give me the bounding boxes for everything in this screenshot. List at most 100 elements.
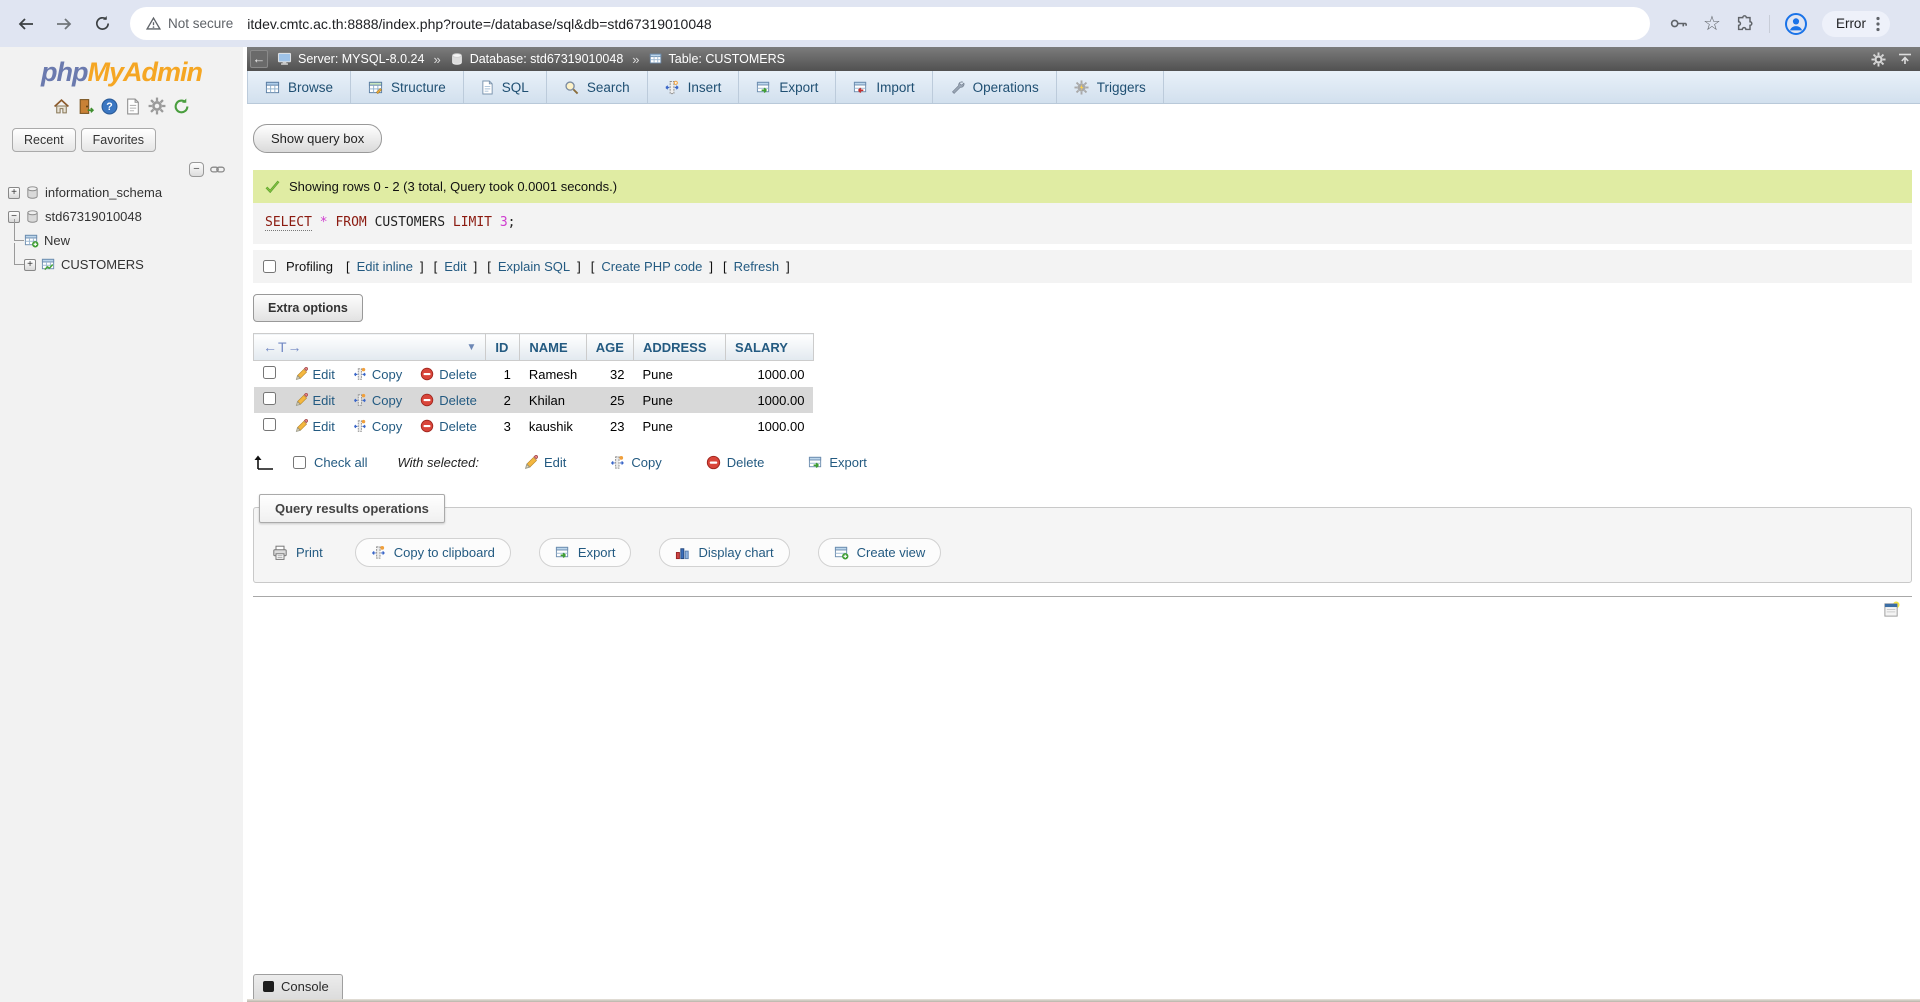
profiling-checkbox[interactable]	[263, 260, 276, 273]
cell-id: 3	[486, 413, 520, 439]
tab-insert[interactable]: Insert	[648, 71, 740, 103]
display-chart-button[interactable]: Display chart	[659, 538, 789, 567]
breadcrumb-table[interactable]: Table: CUSTOMERS	[649, 52, 785, 66]
row-edit-link[interactable]: Edit	[294, 367, 335, 382]
help-icon[interactable]: ?	[101, 98, 118, 115]
browser-back-button[interactable]	[10, 8, 42, 40]
row-checkbox[interactable]	[263, 418, 276, 431]
tab-operations[interactable]: Operations	[933, 71, 1057, 103]
row-checkbox[interactable]	[263, 366, 276, 379]
extra-options-button[interactable]: Extra options	[253, 294, 363, 322]
tab-triggers[interactable]: Triggers	[1057, 71, 1164, 103]
edit-inline-link[interactable]: Edit inline	[357, 259, 413, 274]
reload-navigation-icon[interactable]	[173, 98, 190, 115]
menu-kebab-icon[interactable]	[1876, 16, 1880, 32]
navigation-back-button[interactable]: ←	[250, 50, 268, 68]
table-row: Edit Copy Delete 2 Khilan 25 Pune 1000.0…	[254, 387, 814, 413]
url-text[interactable]: itdev.cmtc.ac.th:8888/index.php?route=/d…	[247, 16, 711, 32]
explain-sql-link[interactable]: Explain SQL	[498, 259, 570, 274]
expand-icon[interactable]: +	[24, 259, 36, 271]
text-flow-toggle-icon[interactable]: ←T→	[263, 339, 303, 355]
bulk-edit-button[interactable]: Edit	[523, 455, 566, 470]
column-header-id[interactable]: ID	[486, 334, 520, 361]
browser-forward-button[interactable]	[48, 8, 80, 40]
row-delete-link[interactable]: Delete	[420, 367, 477, 382]
logo-php-part: php	[41, 57, 87, 87]
export-results-button[interactable]: Export	[539, 538, 632, 567]
profile-avatar-icon[interactable]	[1784, 12, 1808, 36]
show-query-box-button[interactable]: Show query box	[253, 124, 382, 153]
column-options-icon[interactable]: ▼	[466, 342, 476, 353]
home-icon[interactable]	[53, 98, 70, 115]
address-bar[interactable]: Not secure itdev.cmtc.ac.th:8888/index.p…	[130, 7, 1650, 40]
sql-keyword[interactable]: SELECT	[265, 215, 312, 231]
breadcrumb-database[interactable]: Database: std67319010048	[450, 52, 624, 66]
column-header-age[interactable]: AGE	[586, 334, 633, 361]
documentation-icon[interactable]	[125, 98, 141, 115]
collapse-all-button[interactable]: −	[189, 162, 204, 177]
tree-item-label[interactable]: CUSTOMERS	[61, 257, 144, 272]
recent-tables-button[interactable]: Recent	[12, 128, 76, 152]
settings-gear-icon[interactable]	[148, 97, 166, 115]
expand-icon[interactable]: +	[8, 187, 20, 199]
print-button[interactable]: Print	[268, 539, 327, 567]
tab-import[interactable]: Import	[836, 71, 932, 103]
page-related-settings-icon[interactable]	[1883, 601, 1900, 618]
row-checkbox[interactable]	[263, 392, 276, 405]
console-toggle[interactable]: Console	[253, 974, 343, 999]
column-header-salary[interactable]: SALARY	[725, 334, 813, 361]
breadcrumb-server-label: Server: MYSQL-8.0.24	[298, 52, 424, 66]
row-edit-link[interactable]: Edit	[294, 419, 335, 434]
tree-item-database[interactable]: − std67319010048	[8, 207, 243, 226]
tab-search[interactable]: Search	[547, 71, 648, 103]
breadcrumb-server[interactable]: Server: MYSQL-8.0.24	[277, 52, 424, 66]
tab-sql[interactable]: SQL	[464, 71, 547, 103]
tree-item-label[interactable]: std67319010048	[45, 209, 142, 224]
tab-export[interactable]: Export	[739, 71, 836, 103]
copy-row-icon	[353, 419, 367, 433]
cell-salary: 1000.00	[725, 361, 813, 388]
link-with-main-panel-icon[interactable]	[210, 163, 225, 176]
profile-chip[interactable]: Error	[1822, 11, 1890, 37]
bulk-copy-button[interactable]: Copy	[610, 455, 661, 470]
not-secure-chip[interactable]: Not secure	[146, 16, 233, 31]
collapse-panel-icon[interactable]	[1898, 53, 1912, 66]
check-all-label[interactable]: Check all	[314, 455, 367, 470]
row-edit-link[interactable]: Edit	[294, 393, 335, 408]
favorite-tables-button[interactable]: Favorites	[81, 128, 156, 152]
column-header-address[interactable]: ADDRESS	[633, 334, 725, 361]
refresh-link[interactable]: Refresh	[734, 259, 780, 274]
tree-item-label[interactable]: New	[44, 233, 70, 248]
logout-door-icon[interactable]	[77, 98, 94, 115]
tab-structure[interactable]: Structure	[351, 71, 464, 103]
bookmark-star-icon[interactable]: ☆	[1703, 14, 1721, 34]
edit-query-link[interactable]: Edit	[444, 259, 466, 274]
console-label: Console	[281, 979, 329, 994]
row-copy-link[interactable]: Copy	[353, 419, 402, 434]
create-php-code-link[interactable]: Create PHP code	[601, 259, 702, 274]
tree-item-label[interactable]: information_schema	[45, 185, 162, 200]
browser-toolbar: Not secure itdev.cmtc.ac.th:8888/index.p…	[0, 0, 1920, 47]
extensions-icon[interactable]	[1735, 14, 1755, 34]
create-view-button[interactable]: Create view	[818, 538, 942, 567]
copy-to-clipboard-button[interactable]: Copy to clipboard	[355, 538, 511, 567]
bulk-delete-button[interactable]: Delete	[706, 455, 765, 470]
delete-icon	[420, 367, 434, 381]
tab-browse[interactable]: Browse	[247, 71, 351, 103]
bulk-export-button[interactable]: Export	[808, 455, 867, 470]
row-delete-link[interactable]: Delete	[420, 419, 477, 434]
browser-refresh-button[interactable]	[86, 8, 118, 40]
phpmyadmin-logo[interactable]: phpMyAdmin	[0, 57, 243, 88]
tree-item-new-table[interactable]: New	[24, 231, 243, 250]
sidebar-quick-actions: ?	[0, 97, 243, 115]
column-header-name[interactable]: NAME	[520, 334, 586, 361]
row-copy-link[interactable]: Copy	[353, 367, 402, 382]
page-settings-gear-icon[interactable]	[1871, 52, 1886, 67]
check-all-checkbox[interactable]	[293, 456, 306, 469]
tree-item-customers[interactable]: + CUSTOMERS	[24, 255, 243, 274]
row-copy-link[interactable]: Copy	[353, 393, 402, 408]
row-delete-link[interactable]: Delete	[420, 393, 477, 408]
password-key-icon[interactable]	[1668, 13, 1689, 34]
tree-item-information-schema[interactable]: + information_schema	[8, 183, 243, 202]
cell-address: Pune	[633, 387, 725, 413]
